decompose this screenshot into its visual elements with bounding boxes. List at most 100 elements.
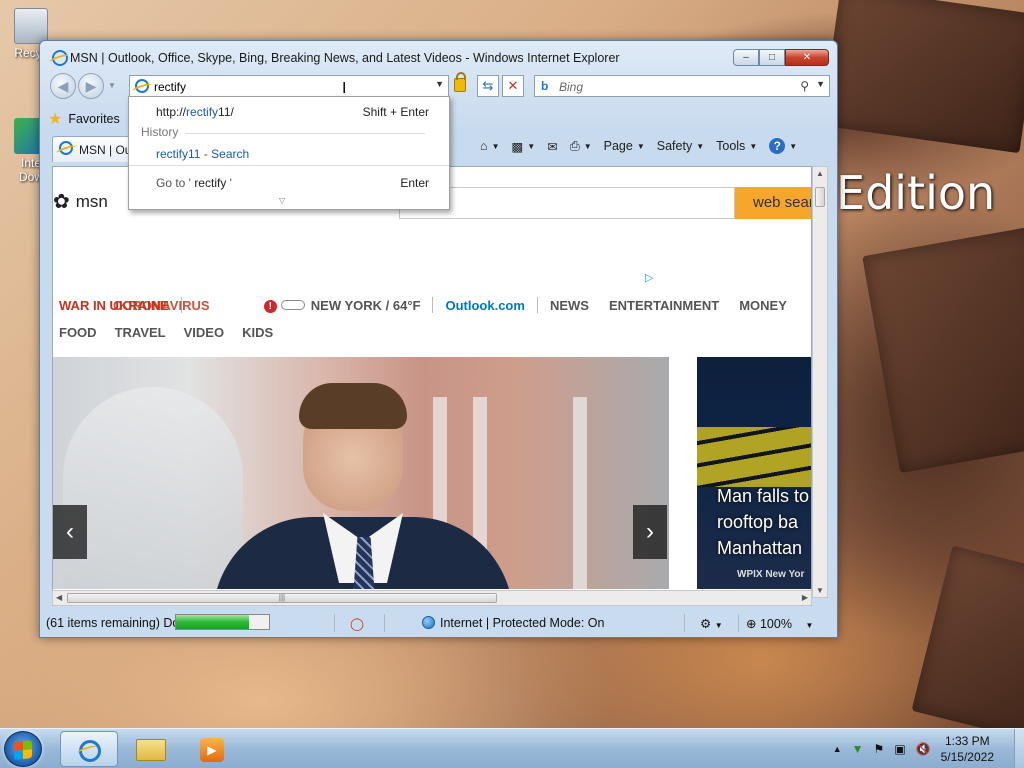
mail-button[interactable]: ✉ xyxy=(547,139,557,154)
status-divider xyxy=(334,614,335,632)
nav-coronavirus[interactable]: CORONAVIRUS xyxy=(113,298,210,313)
chocolate-piece xyxy=(911,545,1024,728)
page-menu[interactable]: Page ▼ xyxy=(604,139,645,153)
scroll-right-icon[interactable]: ▶ xyxy=(802,593,808,602)
address-input[interactable]: rectify xyxy=(154,80,186,94)
scroll-up-icon[interactable]: ▲ xyxy=(816,169,824,178)
volume-muted-icon[interactable]: 🔇 xyxy=(916,742,931,756)
nav-travel[interactable]: TRAVEL xyxy=(115,325,166,340)
suggestion-text: Go to ' rectify ' xyxy=(156,176,232,190)
address-bar[interactable]: rectify ▼ xyxy=(129,75,449,97)
action-center-flag-icon[interactable]: ⚑ xyxy=(874,742,885,756)
loading-progress-bar xyxy=(175,614,270,630)
taskbar-media-player-button[interactable]: ▶ xyxy=(184,731,242,767)
show-more-icon[interactable]: ▽ xyxy=(279,196,285,205)
back-button[interactable]: ◀ xyxy=(50,73,76,99)
security-zone[interactable]: Internet | Protected Mode: On xyxy=(422,616,604,630)
carousel-prev-button[interactable]: ‹ xyxy=(53,505,87,559)
horizontal-scroll-thumb[interactable]: ||| xyxy=(67,593,497,603)
mail-icon: ✉ xyxy=(547,139,558,154)
popup-blocker-icon[interactable]: ◯ xyxy=(350,616,364,631)
refresh-icon[interactable]: ⇆ xyxy=(477,75,499,97)
shortcut-hint: Enter xyxy=(400,176,429,190)
secondary-nav: FOOD TRAVEL VIDEO KIDS xyxy=(59,325,273,340)
status-divider xyxy=(684,614,685,632)
clock[interactable]: 1:33 PM 5/15/2022 xyxy=(941,733,994,765)
bing-icon: b xyxy=(541,79,549,93)
dropdown-arrow-icon: ▼ xyxy=(583,141,592,151)
shortcut-hint: Shift + Enter xyxy=(362,105,429,119)
minimize-button[interactable]: ‒ xyxy=(733,49,759,66)
show-hidden-icons-icon[interactable]: ▲ xyxy=(833,744,842,754)
feeds-button[interactable]: ▩ ▼ xyxy=(511,139,535,154)
title-bar[interactable]: MSN | Outlook, Office, Skype, Bing, Brea… xyxy=(40,41,837,73)
search-icon[interactable]: ⚲ xyxy=(800,79,809,93)
police-tape-shape xyxy=(697,427,811,487)
search-options-dropdown-icon[interactable]: ▼ xyxy=(816,79,825,89)
autocomplete-url-suggestion[interactable]: http://rectify11/ Shift + Enter xyxy=(129,101,449,121)
scroll-left-icon[interactable]: ◀ xyxy=(56,593,62,602)
autocomplete-goto-item[interactable]: Go to ' rectify ' Enter xyxy=(129,172,449,192)
web-search-button[interactable]: web search xyxy=(735,187,811,219)
history-rest: 11 - Search xyxy=(188,147,250,161)
zoom-control[interactable]: ⊕ 100% ▼ xyxy=(746,616,813,631)
dropdown-arrow-icon: ▼ xyxy=(714,621,723,630)
show-desktop-button[interactable] xyxy=(1014,729,1024,768)
nav-money[interactable]: MONEY xyxy=(739,298,787,313)
msn-logo[interactable]: ✿ msn xyxy=(53,189,108,214)
security-lock-icon[interactable] xyxy=(454,72,466,92)
start-button[interactable] xyxy=(4,731,42,767)
person-hair-shape xyxy=(299,383,407,429)
safety-menu[interactable]: Safety ▼ xyxy=(657,139,704,153)
vertical-scroll-thumb[interactable] xyxy=(815,187,825,207)
taskbar-ie-button[interactable] xyxy=(60,731,118,767)
stop-icon[interactable]: ✕ xyxy=(502,75,524,97)
recent-pages-dropdown-icon[interactable]: ▼ xyxy=(108,81,116,90)
side-story-card[interactable]: Man falls to rooftop ba Manhattan WPIX N… xyxy=(697,357,811,589)
search-box[interactable]: b Bing ⚲ ▼ xyxy=(534,75,830,97)
address-dropdown-icon[interactable]: ▼ xyxy=(435,79,444,89)
folder-icon xyxy=(136,739,166,761)
nav-weather[interactable]: NEW YORK / 64°F xyxy=(311,298,421,313)
taskbar-explorer-button[interactable] xyxy=(122,731,180,767)
carousel-next-button[interactable]: › xyxy=(633,505,667,559)
dropdown-arrow-icon: ▼ xyxy=(527,141,536,151)
side-story-source: WPIX New Yor xyxy=(737,569,805,580)
progress-fill xyxy=(176,615,249,629)
weather-alert-icon[interactable]: ! xyxy=(263,297,281,313)
tools-menu[interactable]: Tools ▼ xyxy=(716,139,757,153)
divider xyxy=(129,165,449,166)
horizontal-scrollbar[interactable]: ◀ ||| ▶ xyxy=(52,590,812,606)
home-button[interactable]: ⌂ ▼ xyxy=(480,139,499,153)
hero-image[interactable]: ‹ › xyxy=(53,357,669,589)
nav-video[interactable]: VIDEO xyxy=(184,325,224,340)
command-bar: ⌂ ▼ ▩ ▼ ✉ ⎙ ▼ Page ▼ Safety ▼ Tools ▼ ? ▼ xyxy=(480,138,797,154)
adchoices-icon[interactable]: ▷ xyxy=(645,271,653,284)
column-shape xyxy=(573,397,587,589)
network-icon[interactable]: ▣ xyxy=(894,742,905,756)
help-menu[interactable]: ? ▼ xyxy=(769,138,797,154)
forward-button[interactable]: ▶ xyxy=(78,73,104,99)
maximize-button[interactable]: □ xyxy=(759,49,785,66)
tools-menu-label: Tools xyxy=(716,139,746,153)
favorites-button[interactable]: Favorites xyxy=(68,112,119,126)
protected-mode-button[interactable]: ⚙ ▼ xyxy=(700,616,723,631)
clock-date: 5/15/2022 xyxy=(940,750,994,764)
nav-news[interactable]: NEWS xyxy=(550,298,589,313)
back-arrow-icon: ◀ xyxy=(57,78,69,94)
nav-food[interactable]: FOOD xyxy=(59,325,97,340)
security-zone-label: Internet | Protected Mode: On xyxy=(440,616,605,630)
nav-war-in-ukraine[interactable]: WAR IN UKRAINE CORONAVIRUS xyxy=(59,298,210,313)
download-manager-tray-icon[interactable]: ▼ xyxy=(852,742,864,756)
print-button[interactable]: ⎙ ▼ xyxy=(570,139,592,154)
vertical-scrollbar[interactable]: ▲ ▼ xyxy=(812,166,828,598)
goto-prefix: Go to ' xyxy=(156,176,195,190)
autocomplete-history-item[interactable]: rectify11 - Search xyxy=(129,143,449,163)
nav-kids[interactable]: KIDS xyxy=(242,325,273,340)
close-button[interactable]: ✕ xyxy=(785,49,829,66)
nav-entertainment[interactable]: ENTERTAINMENT xyxy=(609,298,719,313)
nav-outlook[interactable]: Outlook.com xyxy=(445,298,524,313)
scroll-down-icon[interactable]: ▼ xyxy=(816,586,824,595)
search-input[interactable]: Bing xyxy=(559,80,583,94)
dropdown-arrow-icon: ▼ xyxy=(805,621,814,630)
